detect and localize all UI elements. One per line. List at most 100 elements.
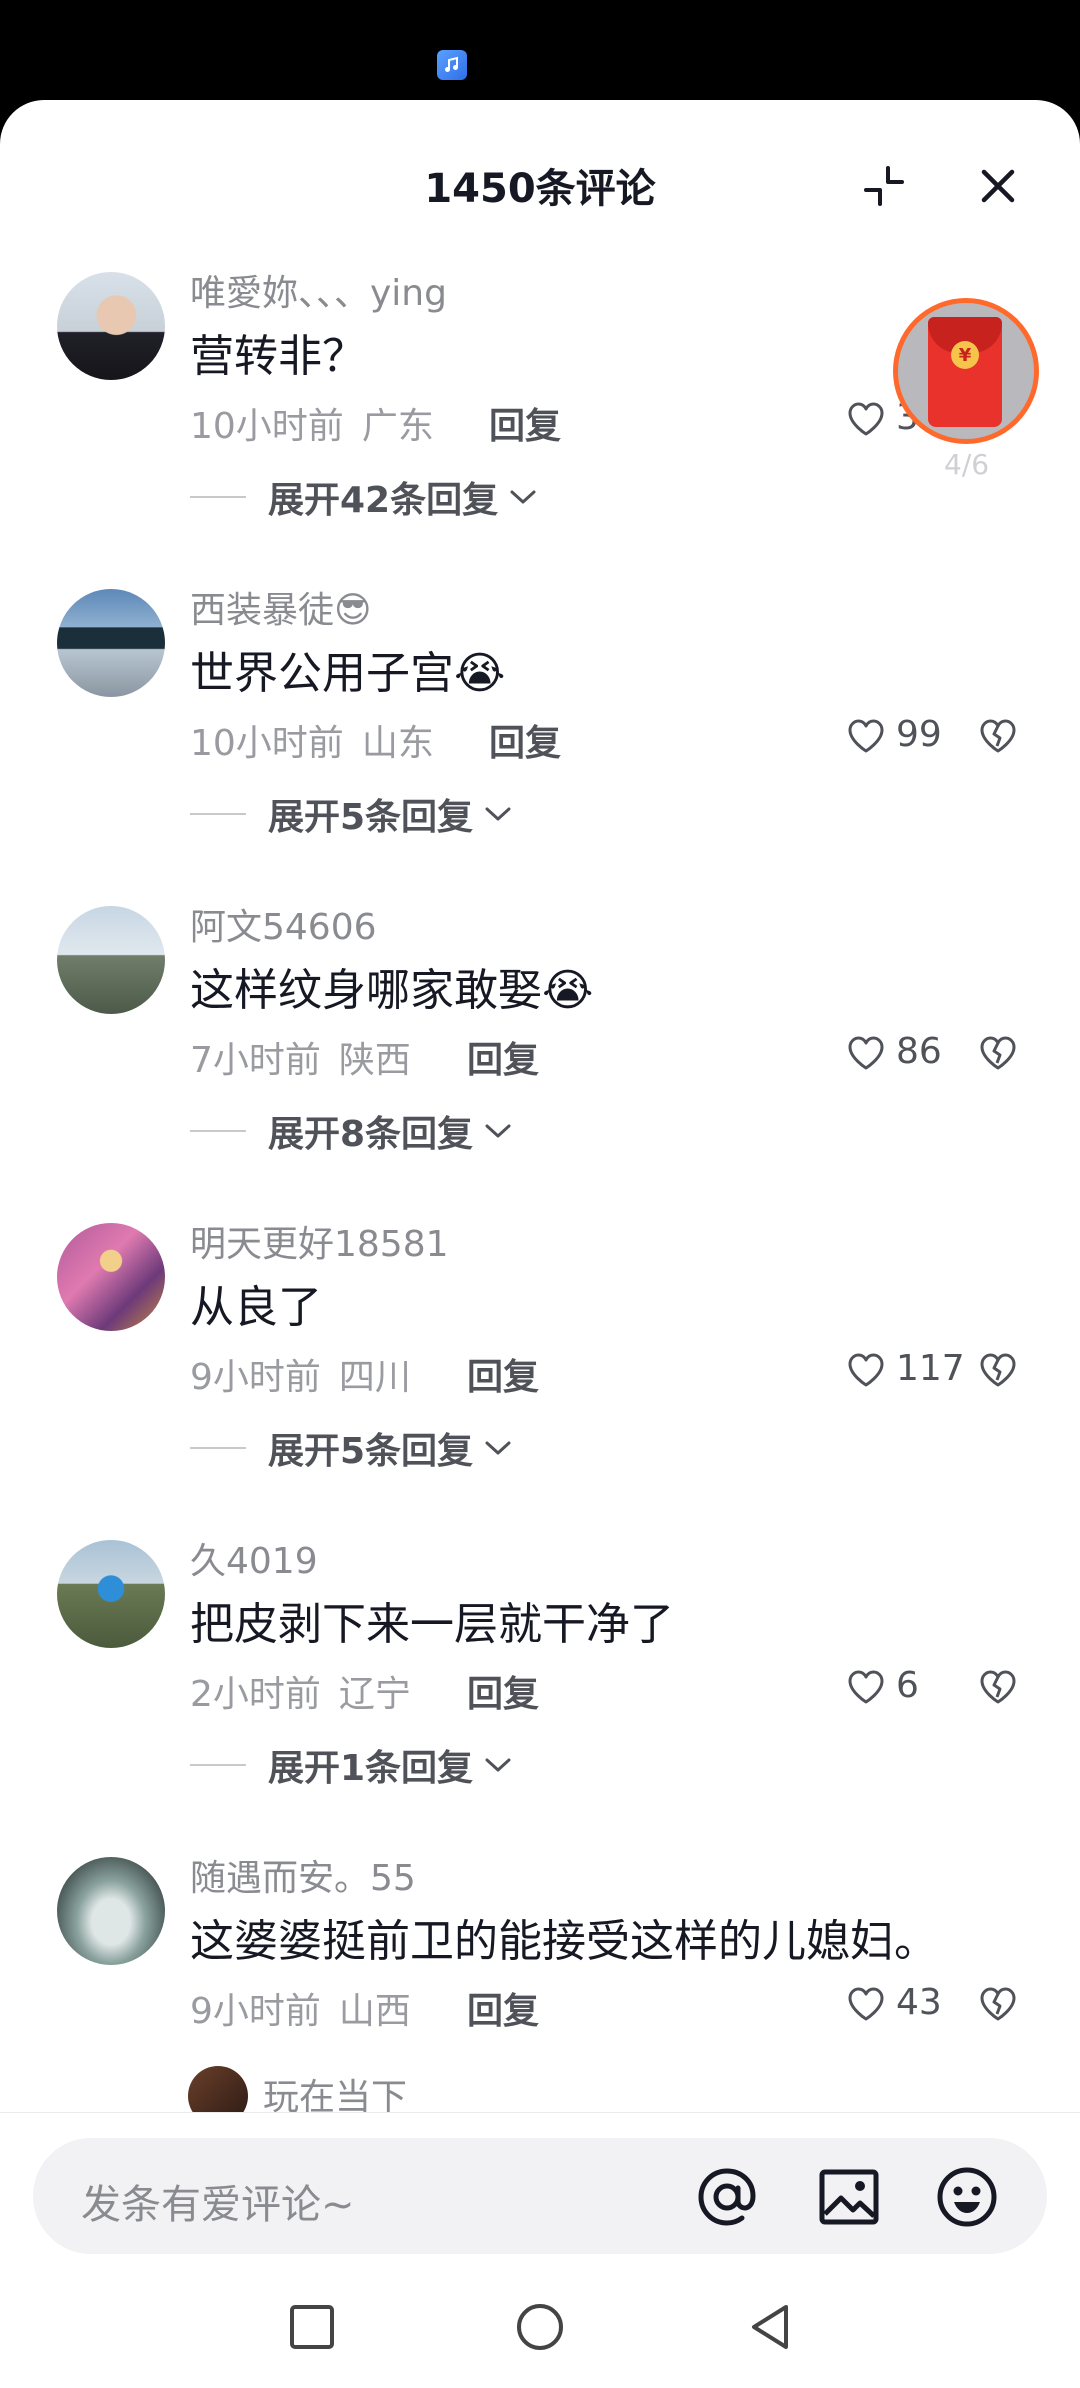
reply-button[interactable]: 回复 [489,714,561,766]
comment-meta: 7小时前 陕西 [190,1031,411,1083]
comment-meta: 2小时前 辽宁 [190,1665,411,1717]
expand-replies-button[interactable]: 展开5条回复 [190,1423,513,1473]
divider [190,1447,246,1449]
heart-icon[interactable] [846,1985,886,2023]
expand-replies-label: 展开5条回复 [268,797,474,838]
comment-username[interactable]: 玩在当下 [263,2068,407,2112]
comment-text: 这样纹身哪家敢娶😭 [190,965,594,1016]
comment-meta: 9小时前 山西 [190,1982,411,2034]
divider [190,1130,246,1132]
system-nav-bar [0,2279,1080,2388]
reply-button[interactable]: 回复 [489,397,561,449]
red-packet-progress: 4/6 [944,448,990,481]
at-icon[interactable] [694,2164,760,2230]
comment-location: 陕西 [338,1040,411,1081]
reply-button[interactable]: 回复 [467,1982,539,2034]
expand-replies-label: 展开1条回复 [268,1748,474,1789]
like-count: 43 [896,1982,942,2023]
collapse-icon [864,166,904,206]
comment-location: 四川 [338,1357,411,1398]
like-count: 117 [896,1348,965,1389]
comment-username[interactable]: 阿文54606 [190,898,377,950]
comment-username[interactable]: 随遇而安。55 [190,1849,416,1901]
expand-replies-label: 展开8条回复 [268,1114,474,1155]
comment-item: 明天更好18581 从良了 9小时前 四川 回复 117 展开5条回复 [0,1213,1080,1529]
comment-username[interactable]: 明天更好18581 [190,1215,449,1267]
partial-comment: 玩在当下 [0,2060,1080,2112]
divider [190,496,246,498]
chevron-down-icon [485,1124,511,1138]
back-icon[interactable] [744,2301,796,2353]
expand-replies-label: 展开42条回复 [268,480,499,521]
avatar[interactable] [57,589,165,697]
broken-heart-icon[interactable] [978,717,1018,755]
comment-text: 从良了 [190,1282,322,1333]
divider [190,813,246,815]
comment-text: 营转非？ [190,331,366,382]
expand-replies-button[interactable]: 展开42条回复 [190,472,538,522]
image-icon[interactable] [816,2164,882,2230]
comment-username[interactable]: 唯愛妳、、、ying [190,264,447,316]
comment-time: 2小时前 [190,1674,321,1715]
comment-username[interactable]: 久4019 [190,1532,318,1584]
comments-title: 1450条评论 [424,166,656,212]
red-envelope-icon: ¥ [928,317,1002,427]
broken-heart-icon[interactable] [978,1351,1018,1389]
comment-time: 10小时前 [190,406,344,447]
recents-icon[interactable] [286,2301,338,2353]
expand-replies-label: 展开5条回复 [268,1431,474,1472]
chevron-down-icon [510,490,536,504]
comment-time: 9小时前 [190,1991,321,2032]
comment-input[interactable]: 发条有爱评论~ [33,2138,1047,2254]
comment-text: 把皮剥下来一层就干净了 [190,1599,674,1650]
avatar[interactable] [57,1857,165,1965]
chevron-down-icon [485,1758,511,1772]
like-count: 86 [896,1031,942,1072]
close-button[interactable] [970,158,1026,214]
like-count: 6 [896,1665,919,1706]
music-app-icon [437,50,467,80]
avatar[interactable] [57,1540,165,1648]
reply-button[interactable]: 回复 [467,1031,539,1083]
comment-time: 10小时前 [190,723,344,764]
home-icon[interactable] [514,2301,566,2353]
heart-icon[interactable] [846,1351,886,1389]
comment-meta: 9小时前 四川 [190,1348,411,1400]
status-bar [0,0,1080,100]
heart-icon[interactable] [846,1034,886,1072]
collapse-button[interactable] [856,158,912,214]
broken-heart-icon[interactable] [978,1034,1018,1072]
broken-heart-icon[interactable] [978,1668,1018,1706]
comment-meta: 10小时前 广东 [190,397,434,449]
expand-replies-button[interactable]: 展开1条回复 [190,1740,513,1790]
comment-username[interactable]: 西装暴徒😎 [190,581,372,633]
comment-item: 西装暴徒😎 世界公用子宫😭 10小时前 山东 回复 99 展开5条回复 [0,579,1080,895]
avatar[interactable] [188,2066,248,2112]
avatar[interactable] [57,1223,165,1331]
heart-icon[interactable] [846,400,886,438]
avatar[interactable] [57,906,165,1014]
comments-header: 1450条评论 [0,100,1080,260]
avatar[interactable] [57,272,165,380]
broken-heart-icon[interactable] [978,1985,1018,2023]
input-placeholder[interactable]: 发条有爱评论~ [81,2172,355,2230]
heart-icon[interactable] [846,1668,886,1706]
expand-replies-button[interactable]: 展开5条回复 [190,789,513,839]
like-count: 99 [896,714,942,755]
comment-location: 广东 [361,406,434,447]
divider [190,1764,246,1766]
close-icon [981,169,1015,203]
chevron-down-icon [485,807,511,821]
comment-item: 阿文54606 这样纹身哪家敢娶😭 7小时前 陕西 回复 86 展开8条回复 [0,896,1080,1212]
comment-text: 这婆婆挺前卫的能接受这样的儿媳妇。 [190,1916,938,1967]
comment-meta: 10小时前 山东 [190,714,434,766]
emoji-icon[interactable] [934,2164,1000,2230]
reply-button[interactable]: 回复 [467,1665,539,1717]
red-packet-widget[interactable]: ¥ [893,298,1039,444]
heart-icon[interactable] [846,717,886,755]
reply-button[interactable]: 回复 [467,1348,539,1400]
chevron-down-icon [485,1441,511,1455]
comment-item: 久4019 把皮剥下来一层就干净了 2小时前 辽宁 回复 6 展开1条回复 [0,1530,1080,1846]
comment-time: 7小时前 [190,1040,321,1081]
expand-replies-button[interactable]: 展开8条回复 [190,1106,513,1156]
